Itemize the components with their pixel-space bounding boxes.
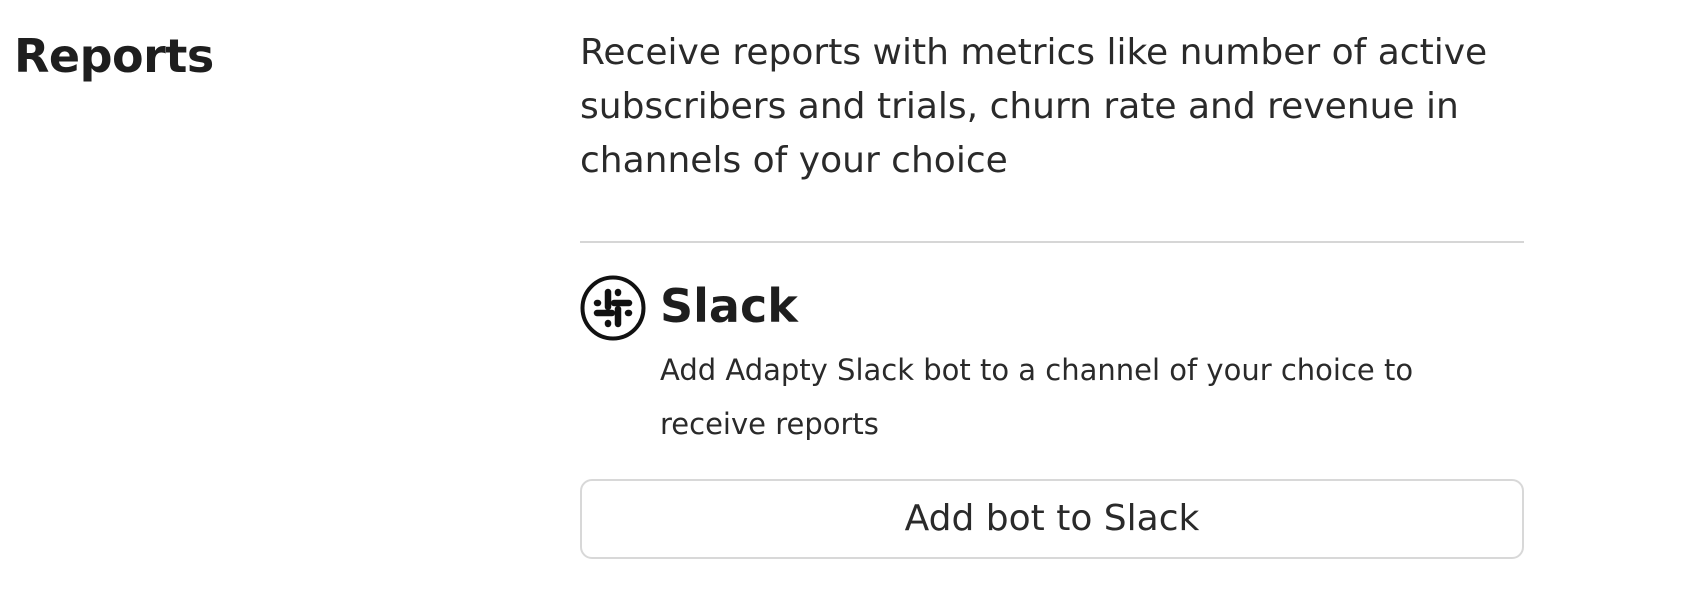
- slack-icon: [580, 275, 646, 341]
- section-description: Receive reports with metrics like number…: [580, 32, 1488, 181]
- slack-integration: Slack Add Adapty Slack bot to a channel …: [580, 275, 1524, 445]
- divider: [580, 241, 1524, 243]
- integration-description: Add Adapty Slack bot to a channel of you…: [660, 353, 1414, 441]
- section-title: Reports: [14, 29, 214, 83]
- reports-content: Receive reports with metrics like number…: [580, 26, 1524, 559]
- add-bot-to-slack-button[interactable]: Add bot to Slack: [580, 479, 1524, 559]
- integration-name: Slack: [660, 279, 798, 333]
